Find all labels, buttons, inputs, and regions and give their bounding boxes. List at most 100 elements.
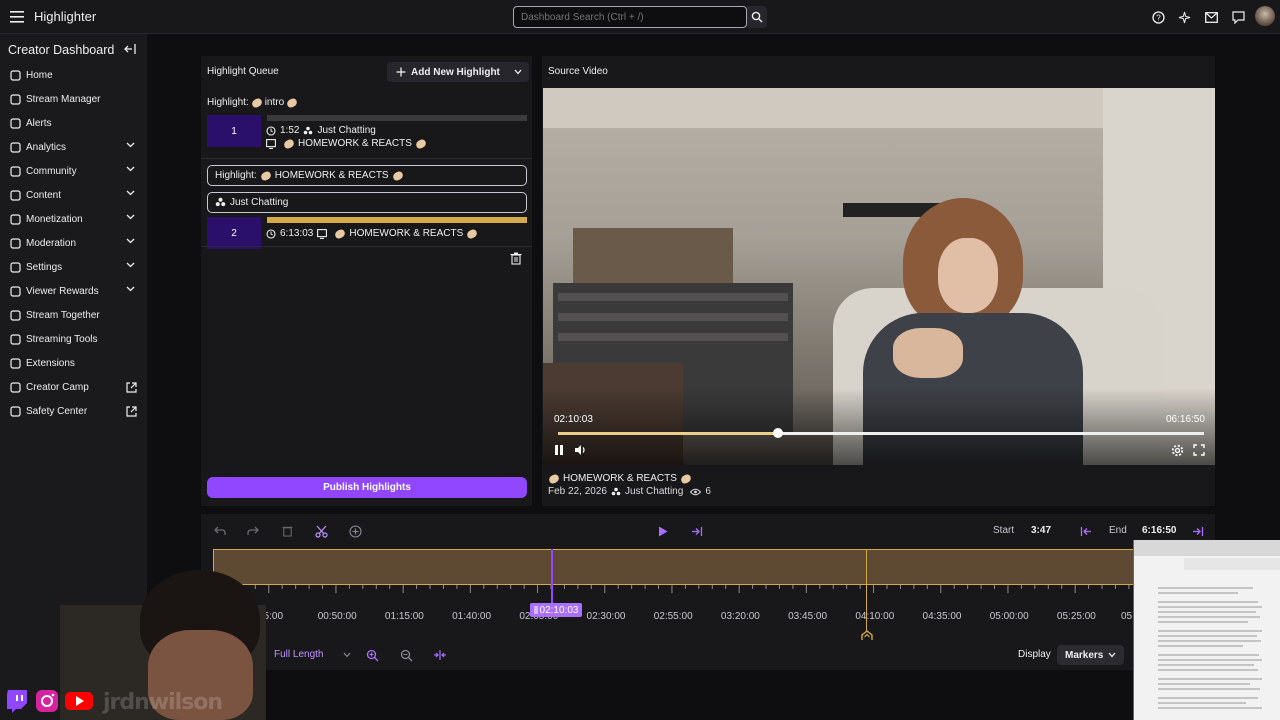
display-value: Markers	[1065, 649, 1104, 661]
ruler-tick-label: 02:55:00	[653, 611, 693, 622]
set-start-icon	[1080, 526, 1091, 536]
sidebar-item-home[interactable]: Home	[0, 63, 147, 87]
social-icons	[4, 688, 94, 714]
category-icon	[215, 197, 226, 207]
analytics-icon	[9, 141, 21, 153]
highlight-2-thumbnail[interactable]: 2	[207, 217, 261, 249]
redo-button[interactable]	[244, 522, 262, 540]
sidebar-item-creator-camp[interactable]: Creator Camp	[0, 375, 147, 399]
sidebar-item-extensions[interactable]: Extensions	[0, 351, 147, 375]
volume-button[interactable]	[574, 444, 588, 458]
chevron-down-icon	[126, 190, 136, 200]
svg-text:?: ?	[1156, 13, 1161, 22]
zoom-mode-select[interactable]: Full Length	[274, 649, 351, 660]
undo-button[interactable]	[211, 522, 229, 540]
highlight-2-stream-title: HOMEWORK & REACTS	[349, 228, 464, 239]
sidebar-item-label: Safety Center	[26, 405, 88, 417]
sidebar-item-monetization[interactable]: Monetization	[0, 207, 147, 231]
split-button[interactable]	[312, 522, 330, 540]
dashboard-search-input[interactable]	[513, 6, 747, 28]
video-meta: Feb 22, 2026 Just Chatting 6	[548, 486, 711, 497]
pause-icon	[555, 445, 563, 455]
highlight-1-category: Just Chatting	[317, 125, 376, 136]
magic-button[interactable]	[1176, 9, 1192, 25]
highlight-1-thumbnail[interactable]: 1	[207, 115, 261, 147]
add-highlight-dropdown-button[interactable]	[508, 62, 528, 82]
publish-highlights-button[interactable]: Publish Highlights	[207, 477, 527, 498]
playhead-grip-icon	[534, 606, 538, 614]
whispers-button[interactable]	[1230, 9, 1246, 25]
video-hands	[893, 328, 963, 378]
zoom-out-button[interactable]	[398, 647, 414, 663]
timeline-selected-range[interactable]	[213, 549, 1133, 585]
sidebar-item-safety-center[interactable]: Safety Center	[0, 399, 147, 423]
plus-icon	[396, 67, 406, 77]
display-label: Display	[1018, 649, 1051, 660]
stream-icon	[266, 138, 276, 149]
highlight-2-category-field[interactable]: Just Chatting	[207, 192, 527, 213]
home-icon	[9, 69, 21, 81]
delete-clip-button[interactable]	[278, 522, 296, 540]
zoom-in-button[interactable]	[364, 647, 380, 663]
display-select[interactable]: Markers	[1057, 645, 1124, 665]
timeline-playhead[interactable]	[551, 549, 553, 605]
ruler-tick-label: 05	[1121, 611, 1133, 622]
add-marker-button[interactable]	[346, 522, 364, 540]
streaming-tools-icon	[9, 333, 21, 345]
trim-end-value[interactable]: 6:16:50	[1142, 525, 1176, 536]
delete-highlight-button[interactable]	[510, 252, 524, 266]
emote-icon	[547, 472, 561, 485]
help-button[interactable]: ?	[1150, 9, 1166, 25]
video-stream-title-text: HOMEWORK & REACTS	[563, 473, 677, 484]
settings-icon	[9, 261, 21, 273]
emote-icon	[391, 169, 404, 182]
sidebar-item-settings[interactable]: Settings	[0, 255, 147, 279]
rewards-icon	[9, 285, 21, 297]
collapse-sidebar-button[interactable]	[123, 42, 137, 56]
emote-icon	[466, 227, 479, 240]
video-date: Feb 22, 2026	[548, 486, 607, 497]
sidebar-item-stream-together[interactable]: Stream Together	[0, 303, 147, 327]
playhead-time-label: 02:10:03	[530, 603, 582, 617]
sidebar-item-viewer-rewards[interactable]: Viewer Rewards	[0, 279, 147, 303]
set-start-button[interactable]	[1077, 522, 1095, 540]
skip-to-end-button[interactable]	[688, 522, 706, 540]
sidebar-item-streaming-tools[interactable]: Streaming Tools	[0, 327, 147, 351]
play-button[interactable]	[654, 522, 672, 540]
user-avatar[interactable]	[1255, 6, 1275, 26]
set-end-button[interactable]	[1189, 522, 1207, 540]
category-icon	[611, 487, 621, 495]
hamburger-menu-button[interactable]	[6, 6, 28, 28]
highlight-2-title-prefix: Highlight:	[215, 170, 257, 181]
video-settings-button[interactable]	[1171, 444, 1185, 458]
moderation-icon	[9, 237, 21, 249]
sidebar-item-community[interactable]: Community	[0, 159, 147, 183]
sidebar-item-stream-manager[interactable]: Stream Manager	[0, 87, 147, 111]
sidebar-item-analytics[interactable]: Analytics	[0, 135, 147, 159]
fit-icon	[434, 650, 446, 660]
highlight-2-duration: 6:13:03	[280, 228, 314, 239]
inbox-button[interactable]	[1203, 9, 1219, 25]
fit-timeline-button[interactable]	[432, 647, 448, 663]
sidebar-item-alerts[interactable]: Alerts	[0, 111, 147, 135]
sidebar-item-moderation[interactable]: Moderation	[0, 231, 147, 255]
pause-button[interactable]	[553, 444, 567, 458]
video-seek-handle[interactable]	[773, 428, 783, 438]
video-player[interactable]	[543, 88, 1215, 465]
monetization-icon	[9, 213, 21, 225]
sidebar-item-label: Analytics	[26, 141, 67, 153]
redo-icon	[247, 526, 259, 535]
sidebar-item-content[interactable]: Content	[0, 183, 147, 207]
highlight-1-title[interactable]: Highlight: intro	[207, 96, 299, 109]
search-button[interactable]	[747, 6, 767, 28]
highlight-2-number: 2	[231, 227, 237, 239]
ruler-tick-label: 05:25:00	[1056, 611, 1096, 622]
fullscreen-button[interactable]	[1193, 444, 1207, 458]
ruler-tick-label: 02:30:00	[586, 611, 626, 622]
video-controls-gradient	[543, 388, 1215, 465]
ruler-tick-label: 04:35:00	[922, 611, 962, 622]
add-new-highlight-button[interactable]: Add New Highlight	[390, 62, 504, 82]
trim-end-line	[866, 549, 867, 637]
highlight-2-title-field[interactable]: Highlight: HOMEWORK & REACTS	[207, 165, 527, 186]
trim-start-value[interactable]: 3:47	[1031, 525, 1051, 536]
